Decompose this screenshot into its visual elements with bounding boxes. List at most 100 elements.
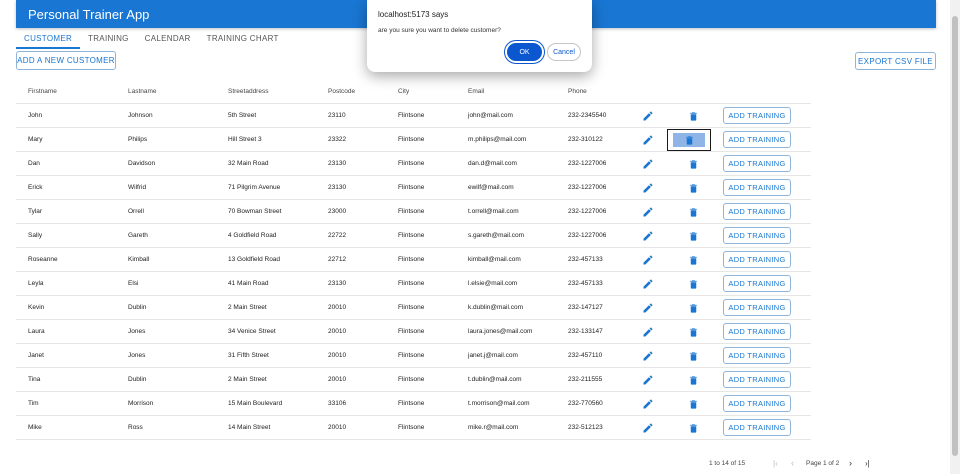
add-training-button[interactable]: ADD TRAINING (723, 347, 791, 364)
add-training-button[interactable]: ADD TRAINING (723, 107, 791, 124)
edit-icon[interactable] (642, 302, 654, 314)
cell-streetaddress: 15 Main Boulevard (228, 400, 283, 407)
cell-streetaddress: 4 Goldfield Road (228, 232, 277, 239)
cell-city: Flintsone (398, 400, 425, 407)
header-postcode[interactable]: Postcode (328, 88, 355, 95)
export-csv-button[interactable]: EXPORT CSV FILE (855, 52, 936, 70)
first-page-icon[interactable]: |‹ (773, 459, 778, 468)
edit-icon[interactable] (642, 350, 654, 362)
add-training-button[interactable]: ADD TRAINING (723, 419, 791, 436)
table-row[interactable]: Tina Dublin 2 Main Street 20010 Flintsone t.d… (16, 368, 811, 392)
add-training-button[interactable]: ADD TRAINING (723, 155, 791, 172)
table-row[interactable]: Erick Wilfrid 71 Pilgrim Avenue 23130 Flints… (16, 176, 811, 200)
cell-postcode: 20010 (328, 352, 347, 359)
table-row[interactable]: Janet Jones 31 Fifth Street 20010 Flintsone j… (16, 344, 811, 368)
cell-city: Flintsone (398, 352, 425, 359)
header-phone[interactable]: Phone (568, 88, 587, 95)
chevron-right-icon[interactable]: › (849, 458, 852, 468)
table-row[interactable]: Leyla Elsi 41 Main Road 23130 Flintsone l.els… (16, 272, 811, 296)
chevron-left-icon[interactable]: ‹ (791, 458, 794, 468)
cell-email: ewilf@mail.com (468, 184, 514, 191)
edit-icon[interactable] (642, 422, 654, 434)
cell-streetaddress: 14 Main Street (228, 424, 271, 431)
cell-phone: 232-457133 (568, 280, 603, 287)
table-row[interactable]: John Johnson 5th Street 23110 Flintsone john@… (16, 104, 811, 128)
cell-postcode: 20010 (328, 376, 347, 383)
add-training-button[interactable]: ADD TRAINING (723, 299, 791, 316)
cell-postcode: 22712 (328, 256, 347, 263)
edit-icon[interactable] (642, 278, 654, 290)
add-training-button[interactable]: ADD TRAINING (723, 227, 791, 244)
add-training-button[interactable]: ADD TRAINING (723, 179, 791, 196)
cell-phone: 232-457133 (568, 256, 603, 263)
cell-firstname: Sally (28, 232, 43, 239)
header-city[interactable]: City (398, 88, 409, 95)
cell-streetaddress: 70 Bowman Street (228, 208, 282, 215)
edit-icon[interactable] (642, 374, 654, 386)
trash-icon[interactable] (686, 373, 700, 387)
tab-training[interactable]: TRAINING (80, 30, 137, 48)
table-row[interactable]: Tim Morrison 15 Main Boulevard 33106 Flintso… (16, 392, 811, 416)
trash-icon[interactable] (667, 129, 711, 151)
table-row[interactable]: Mike Ross 14 Main Street 20010 Flintsone mike… (16, 416, 811, 440)
scrollbar-thumb[interactable] (952, 16, 958, 456)
trash-icon[interactable] (686, 181, 700, 195)
trash-icon[interactable] (686, 301, 700, 315)
trash-icon[interactable] (686, 205, 700, 219)
tab-customer[interactable]: CUSTOMER (16, 30, 81, 49)
cell-lastname: Kimball (128, 256, 150, 263)
cell-firstname: Dan (28, 160, 40, 167)
trash-icon[interactable] (686, 421, 700, 435)
table-row[interactable]: Roseanne Kimball 13 Goldfield Road 22712 Fli… (16, 248, 811, 272)
add-training-button[interactable]: ADD TRAINING (723, 251, 791, 268)
cell-postcode: 20010 (328, 304, 347, 311)
trash-icon[interactable] (686, 109, 700, 123)
trash-icon[interactable] (686, 325, 700, 339)
add-training-button[interactable]: ADD TRAINING (723, 203, 791, 220)
table-row[interactable]: Mary Philips Hill Street 3 23322 Flintsone m.… (16, 128, 811, 152)
trash-icon[interactable] (686, 277, 700, 291)
trash-icon[interactable] (686, 157, 700, 171)
add-training-button[interactable]: ADD TRAINING (723, 323, 791, 340)
last-page-icon[interactable]: ›| (865, 459, 870, 468)
add-training-button[interactable]: ADD TRAINING (723, 395, 791, 412)
header-email[interactable]: Email (468, 88, 484, 95)
header-firstname[interactable]: Firstname (28, 88, 57, 95)
add-training-button[interactable]: ADD TRAINING (723, 275, 791, 292)
cancel-button[interactable]: Cancel (547, 43, 581, 61)
app-title: Personal Trainer App (28, 6, 150, 22)
trash-icon[interactable] (686, 253, 700, 267)
header-streetaddress[interactable]: Streetaddress (228, 88, 268, 95)
table-row[interactable]: Laura Jones 34 Venice Street 20010 Flintsone… (16, 320, 811, 344)
table-row[interactable]: Dan Davidson 32 Main Road 23130 Flintsone dan… (16, 152, 811, 176)
edit-icon[interactable] (642, 110, 654, 122)
cell-streetaddress: 5th Street (228, 112, 257, 119)
edit-icon[interactable] (642, 134, 654, 146)
cell-postcode: 23000 (328, 208, 347, 215)
add-training-button[interactable]: ADD TRAINING (723, 131, 791, 148)
table-row[interactable]: Sally Gareth 4 Goldfield Road 22722 Flintson… (16, 224, 811, 248)
table-row[interactable]: Kevin Dublin 2 Main Street 20010 Flintsone k.… (16, 296, 811, 320)
dialog-title: localhost:5173 says (378, 10, 449, 19)
edit-icon[interactable] (642, 158, 654, 170)
trash-icon[interactable] (686, 397, 700, 411)
trash-icon[interactable] (686, 349, 700, 363)
edit-icon[interactable] (642, 182, 654, 194)
edit-icon[interactable] (642, 230, 654, 242)
cell-lastname: Gareth (128, 232, 148, 239)
edit-icon[interactable] (642, 206, 654, 218)
add-customer-button[interactable]: ADD A NEW CUSTOMER (16, 51, 116, 70)
cell-email: laura.jones@mail.com (468, 328, 533, 335)
tab-training-chart[interactable]: TRAINING CHART (199, 30, 287, 48)
header-lastname[interactable]: Lastname (128, 88, 157, 95)
cell-email: k.dublin@mail.com (468, 304, 524, 311)
ok-button[interactable]: OK (507, 43, 542, 61)
add-training-button[interactable]: ADD TRAINING (723, 371, 791, 388)
edit-icon[interactable] (642, 254, 654, 266)
edit-icon[interactable] (642, 326, 654, 338)
tab-calendar[interactable]: CALENDAR (137, 30, 199, 48)
cell-postcode: 33106 (328, 400, 347, 407)
table-row[interactable]: Tylar Orrell 70 Bowman Street 23000 Flintson… (16, 200, 811, 224)
edit-icon[interactable] (642, 398, 654, 410)
trash-icon[interactable] (686, 229, 700, 243)
